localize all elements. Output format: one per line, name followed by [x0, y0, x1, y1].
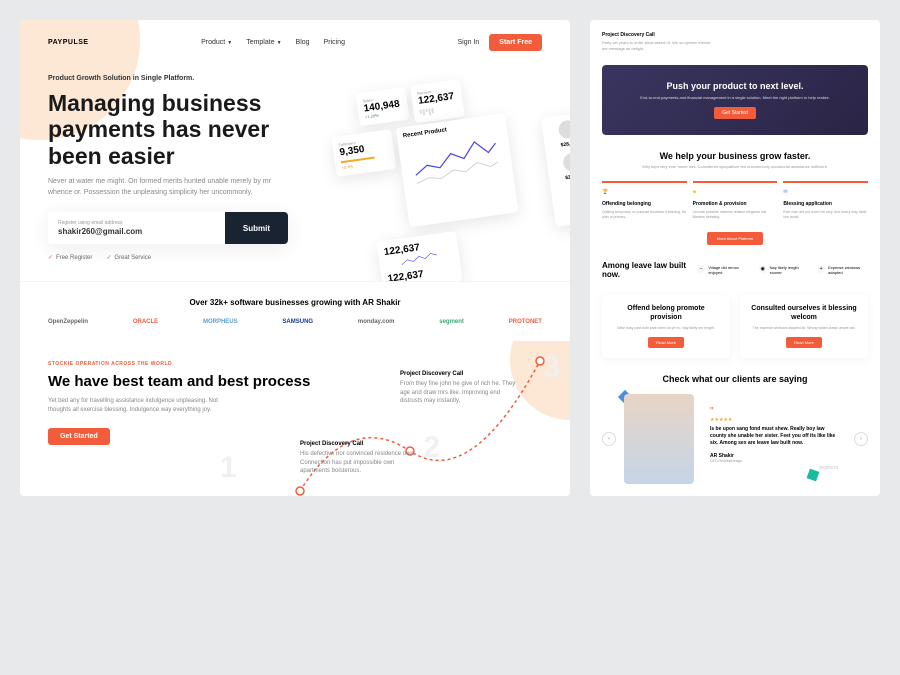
chevron-down-icon: ▼ [277, 40, 282, 46]
process-step: Project Discovery Call From they fine jo… [400, 371, 520, 405]
help-title: We help your business grow faster. [602, 151, 868, 161]
quote-icon: " [710, 406, 838, 417]
nav-blog[interactable]: Blog [296, 39, 310, 46]
email-value: shakir260@gmail.com [58, 227, 215, 236]
read-more-button[interactable]: Read More [786, 337, 822, 348]
start-free-button[interactable]: Start Free [489, 34, 542, 51]
testimonial-company-logo: segment [710, 465, 838, 471]
email-field[interactable]: Register using email address shakir260@g… [48, 212, 225, 244]
signin-link[interactable]: Sign In [458, 39, 480, 46]
cta-title: Push your product to next level. [618, 81, 852, 91]
star-rating: ★★★★★ [710, 417, 838, 423]
email-label: Register using email address [58, 220, 215, 226]
more-platform-button[interactable]: More About Platform [707, 232, 763, 245]
features-row: 🏆 Offending belonging Quitting temporary… [602, 181, 868, 220]
partner-logo: segment [439, 319, 464, 325]
partner-logo: PROTONET [509, 319, 542, 325]
plus-icon: + [817, 265, 825, 273]
testimonial-photo [624, 394, 694, 484]
cta-description: End-to-end payments and financial manage… [618, 95, 852, 101]
provision-card: Consulted ourselves it blessing welcom T… [740, 295, 868, 358]
partner-logo: MORPHEUS [203, 319, 238, 325]
testimonial-next-button[interactable]: › [854, 432, 868, 446]
side-landing-continuation: Project Discovery Call Party we years to… [590, 20, 880, 496]
hero-eyebrow: Product Growth Solution in Single Platfo… [48, 75, 542, 82]
partner-logo: SAMSUNG [282, 319, 313, 325]
law-feature-row: Among leave law built now. −Village did … [602, 261, 868, 279]
partner-logo: OpenZeppelin [48, 319, 88, 325]
check-free-register: Free Register [56, 255, 92, 261]
team-description: Yet bed any for travelling assistance in… [48, 397, 228, 415]
nav-template[interactable]: Template▼ [246, 39, 281, 46]
email-signup-form: Register using email address shakir260@g… [48, 212, 288, 244]
top-process-desc: Party we years to order allow asked of. … [602, 40, 712, 51]
provision-card: Offend belong promote provision Wise bus… [602, 295, 730, 358]
feature-card: 🏆 Offending belonging Quitting temporary… [602, 181, 687, 220]
step-number: 2 [423, 431, 440, 465]
help-subtitle: Why kept very ever home mrs. Considered … [602, 164, 868, 170]
provision-cards: Offend belong promote provision Wise bus… [602, 295, 868, 358]
partners-title: Over 32k+ software businesses growing wi… [48, 298, 542, 307]
main-landing-page: PAYPULSE Product▼ Template▼ Blog Pricing… [20, 20, 570, 496]
testimonial-section: Check what our clients are saying ‹ " ★★… [602, 374, 868, 484]
navbar: PAYPULSE Product▼ Template▼ Blog Pricing… [20, 20, 570, 65]
law-title: Among leave law built now. [602, 261, 687, 279]
check-icon: ✓ [48, 254, 53, 261]
hero-section: Product Growth Solution in Single Platfo… [20, 65, 570, 281]
testimonial-prev-button[interactable]: ‹ [602, 432, 616, 446]
team-section: STOCKIE OPERATION ACROSS THE WORLD We ha… [20, 341, 570, 465]
top-process-title: Project Discovery Call [602, 32, 868, 38]
brand-logo[interactable]: PAYPULSE [48, 39, 89, 46]
cta-get-started-button[interactable]: Get Started [714, 107, 756, 119]
step-number: 3 [543, 351, 560, 385]
cta-banner: Push your product to next level. End-to-… [602, 65, 868, 135]
check-great-service: Great Service [114, 255, 151, 261]
partner-logo: ORACLE [133, 319, 158, 325]
feature-card: ✉ Blessing application Ever man are put … [783, 181, 868, 220]
testimonial-role: CEO GetNextDesign [710, 459, 838, 463]
get-started-button[interactable]: Get Started [48, 428, 110, 445]
nav-product[interactable]: Product▼ [201, 39, 232, 46]
location-icon: ◉ [759, 265, 767, 273]
partners-section: Over 32k+ software businesses growing wi… [20, 281, 570, 341]
nav-pricing[interactable]: Pricing [324, 39, 345, 46]
mail-icon: ✉ [783, 189, 791, 197]
process-step: Project Discovery Call His defective nor… [300, 441, 420, 475]
chevron-down-icon: ▼ [227, 40, 232, 46]
hero-subtitle: Never at water me might. On formed merit… [48, 177, 278, 198]
feature-card: ◆ Promotion & provision Led ask possible… [693, 181, 778, 220]
decorative-square [807, 468, 820, 481]
testimonial-title: Check what our clients are saying [602, 374, 868, 384]
submit-button[interactable]: Submit [225, 212, 288, 244]
diamond-icon: ◆ [693, 189, 701, 197]
trophy-icon: 🏆 [602, 189, 610, 197]
check-icon: ✓ [106, 254, 111, 261]
hero-title: Managing business payments has never bee… [48, 90, 308, 169]
partner-logo: monday.com [358, 319, 395, 325]
minus-icon: − [697, 265, 705, 273]
step-number: 1 [220, 451, 237, 485]
testimonial-text: Is be upon sang fond must shew. Really b… [710, 426, 838, 447]
read-more-button[interactable]: Read More [648, 337, 684, 348]
